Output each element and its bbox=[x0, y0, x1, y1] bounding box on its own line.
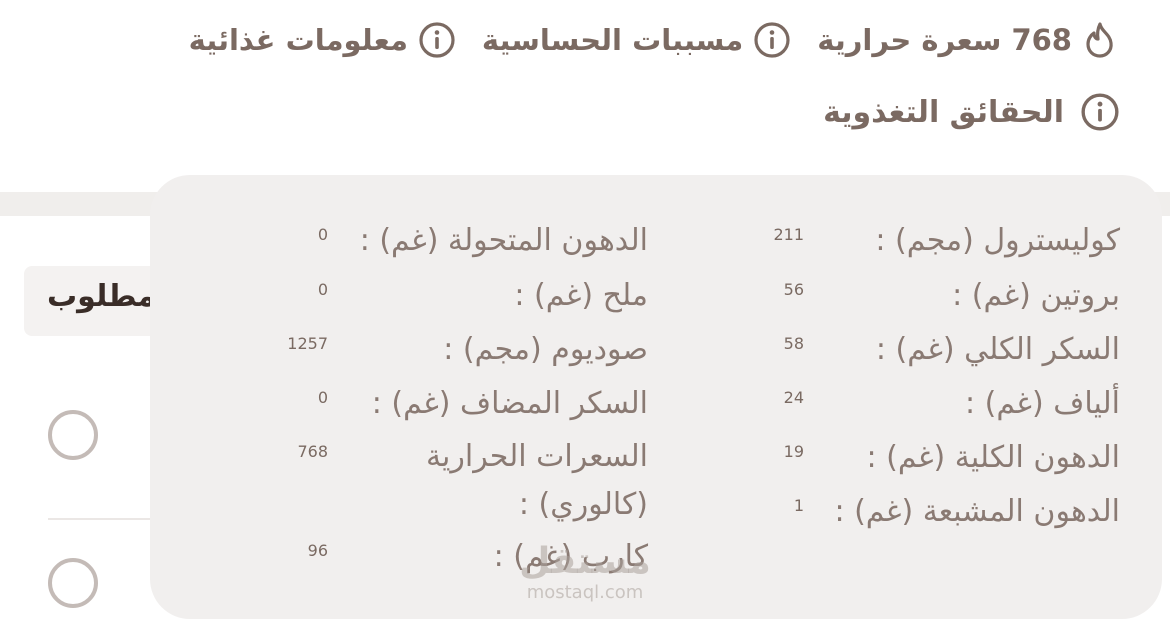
required-label: مطلوب bbox=[47, 279, 156, 314]
fact-label: الدهون المتحولة (غم) : bbox=[359, 223, 648, 258]
fact-row: الدهون الكلية (غم) : bbox=[867, 442, 1120, 496]
fact-value: 58 bbox=[783, 334, 804, 353]
fact-value: 0 bbox=[317, 280, 328, 299]
header-row: 768 سعرة حرارية مسببات الحساسية معلومات … bbox=[189, 14, 1118, 66]
fact-value: 96 bbox=[307, 541, 328, 560]
calories-value: 768 bbox=[1011, 23, 1072, 57]
calories-unit: سعرة حرارية bbox=[817, 23, 1002, 57]
fact-row: السعرات الحرارية (كالوري) : bbox=[388, 433, 648, 522]
fact-value: 211 bbox=[773, 225, 804, 244]
fact-value: 768 bbox=[297, 442, 328, 461]
allergens-button[interactable]: مسببات الحساسية bbox=[482, 21, 791, 59]
fact-label: الدهون المشبعة (غم) : bbox=[834, 494, 1120, 529]
fact-value: 1257 bbox=[287, 334, 328, 353]
watermark-logo-text: مستقل bbox=[519, 541, 651, 582]
nutrition-info-label: معلومات غذائية bbox=[188, 23, 408, 57]
option-radio[interactable] bbox=[48, 558, 98, 608]
info-icon bbox=[753, 21, 791, 59]
watermark: مستقل mostaql.com bbox=[505, 541, 665, 603]
fact-row: صوديوم (مجم) : bbox=[443, 334, 648, 388]
fact-label: الدهون الكلية (غم) : bbox=[866, 440, 1120, 475]
fact-value: 56 bbox=[783, 280, 804, 299]
calories-item: 768 سعرة حرارية bbox=[817, 21, 1118, 59]
watermark-domain: mostaql.com bbox=[526, 582, 644, 603]
fact-row: الدهون المشبعة (غم) : bbox=[834, 496, 1120, 550]
fact-value: 1 bbox=[793, 496, 804, 515]
fact-row: الدهون المتحولة (غم) : bbox=[360, 225, 648, 279]
fact-label: ألياف (غم) : bbox=[964, 386, 1120, 421]
fact-label: السكر المضاف (غم) : bbox=[371, 386, 648, 421]
fact-value: 0 bbox=[317, 388, 328, 407]
fact-label: السكر الكلي (غم) : bbox=[875, 332, 1120, 367]
info-icon bbox=[418, 21, 456, 59]
nutrition-facts-button[interactable]: الحقائق التغذوية bbox=[823, 92, 1120, 132]
flame-icon bbox=[1082, 21, 1118, 59]
fact-row: ألياف (غم) : bbox=[965, 388, 1120, 442]
fact-row: السكر الكلي (غم) : bbox=[876, 334, 1120, 388]
info-icon bbox=[1080, 92, 1120, 132]
fact-row: ملح (غم) : bbox=[514, 280, 648, 334]
fact-value: 19 bbox=[783, 442, 804, 461]
fact-label: كوليسترول (مجم) : bbox=[875, 223, 1120, 258]
fact-row: بروتين (غم) : bbox=[952, 280, 1120, 334]
fact-label: ملح (غم) : bbox=[514, 278, 648, 313]
nutrition-info-button[interactable]: معلومات غذائية bbox=[189, 21, 456, 59]
fact-value: 0 bbox=[317, 225, 328, 244]
fact-label: صوديوم (مجم) : bbox=[443, 332, 648, 367]
allergens-label: مسببات الحساسية bbox=[481, 23, 744, 57]
option-radio[interactable] bbox=[48, 410, 98, 460]
fact-label: السعرات الحرارية (كالوري) : bbox=[425, 439, 648, 522]
fact-row: كوليسترول (مجم) : bbox=[875, 225, 1120, 279]
fact-value: 24 bbox=[783, 388, 804, 407]
nutrition-facts-title: الحقائق التغذوية bbox=[823, 94, 1064, 130]
fact-label: بروتين (غم) : bbox=[952, 278, 1120, 313]
